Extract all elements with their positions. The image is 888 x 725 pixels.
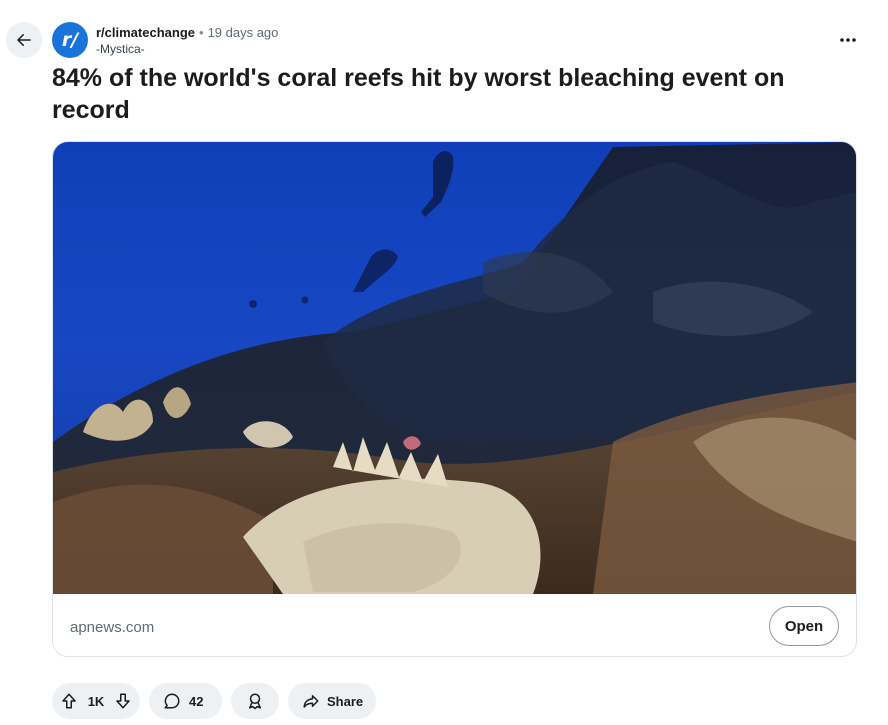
award-icon (246, 692, 264, 710)
comment-bubble-icon (163, 692, 181, 710)
meta-separator: • (199, 25, 204, 40)
coral-reef-thumbnail (53, 142, 856, 594)
subreddit-link[interactable]: r/climatechange (96, 25, 195, 40)
more-options-button[interactable] (832, 28, 864, 52)
upvote-arrow-icon[interactable] (58, 690, 80, 712)
share-arrow-icon (302, 692, 320, 710)
comments-button[interactable]: 42 (149, 683, 222, 719)
post-age: 19 days ago (207, 25, 279, 40)
link-domain[interactable]: apnews.com (70, 619, 154, 636)
back-button[interactable] (6, 22, 42, 58)
post-author[interactable]: -Mystica- (96, 42, 145, 56)
share-button[interactable]: Share (288, 683, 376, 719)
more-horizontal-icon (840, 38, 856, 42)
vote-control: 1K (52, 683, 140, 719)
share-label: Share (327, 693, 364, 709)
downvote-arrow-icon[interactable] (112, 690, 134, 712)
post-actions-bar: 1K 42 Share (52, 683, 376, 719)
link-preview-card[interactable]: apnews.com Open (52, 141, 857, 657)
vote-count: 1K (87, 693, 105, 709)
arrow-left-icon (15, 31, 33, 49)
comment-count: 42 (189, 693, 204, 709)
post-title: 84% of the world's coral reefs hit by wo… (52, 64, 785, 124)
post-meta: r/climatechange • 19 days ago (96, 25, 278, 41)
award-button[interactable] (231, 683, 279, 719)
subreddit-avatar[interactable]: r/ (52, 22, 88, 58)
subreddit-avatar-text: r/ (61, 29, 79, 51)
open-link-button[interactable]: Open (769, 606, 839, 646)
